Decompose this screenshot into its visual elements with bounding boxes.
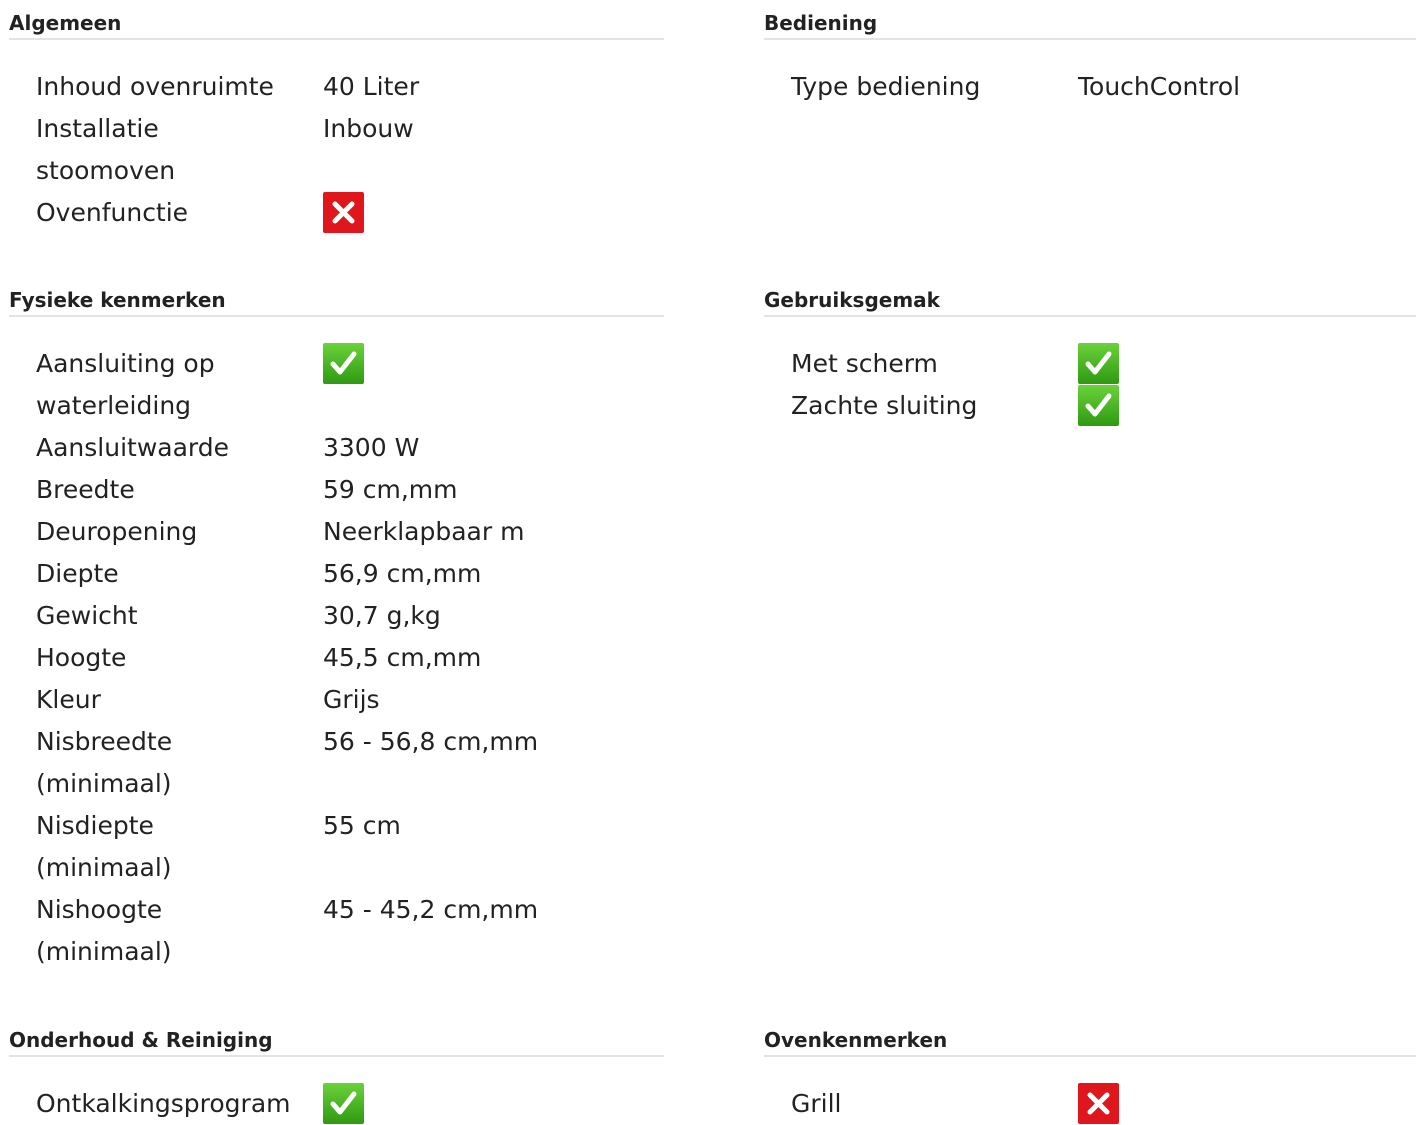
spec-row: Aansluiting op waterleiding [9,343,664,427]
section-fysieke-kenmerken: Fysieke kenmerken Aansluiting op waterle… [9,287,664,973]
section-algemeen: Algemeen Inhoud ovenruimte 40 Liter Inst… [9,10,664,234]
spec-label: Inhoud ovenruimte [36,72,274,101]
check-icon [323,343,364,384]
spec-row: Nisdiepte (minimaal) 55 cm [9,805,664,889]
spec-value: 56,9 cm,mm [323,559,482,588]
spec-label: Installatie stoomoven [36,114,176,185]
spec-label: Ontkalkingsprogram [36,1089,291,1118]
spec-label: Breedte [36,475,135,504]
spec-value: 40 Liter [323,72,420,101]
section-title: Onderhoud & Reiniging [9,1027,664,1057]
spec-label: Zachte sluiting [791,391,978,420]
spec-label: Kleur [36,685,101,714]
spec-row: Nishoogte (minimaal) 45 - 45,2 cm,mm [9,889,664,973]
spec-row: Installatie stoomoven Inbouw [9,108,664,192]
spec-label: Gewicht [36,601,138,630]
spec-row: Deuropening Neerklapbaar m [9,511,664,553]
spec-value: 3300 W [323,433,420,462]
spec-value: 55 cm [323,811,401,840]
spec-label: Type bediening [791,72,981,101]
spec-row: Gewicht 30,7 g,kg [9,595,664,637]
section-title: Algemeen [9,10,664,40]
section-bediening: Bediening Type bediening TouchControl [764,10,1416,108]
spec-row: Ontkalkingsprogram [9,1083,664,1125]
spec-value: 45 - 45,2 cm,mm [323,895,539,924]
spec-label: Hoogte [36,643,127,672]
section-title: Gebruiksgemak [764,287,1416,317]
section-onderhoud-reiniging: Onderhoud & Reiniging Ontkalkingsprogram [9,1027,664,1125]
cross-icon [1078,1083,1119,1124]
check-icon [323,1083,364,1124]
section-ovenkenmerken: Ovenkenmerken Grill [764,1027,1416,1125]
spec-label: Diepte [36,559,119,588]
section-title: Fysieke kenmerken [9,287,664,317]
spec-value: 56 - 56,8 cm,mm [323,727,539,756]
spec-value: 59 cm,mm [323,475,458,504]
spec-row: Type bediening TouchControl [764,66,1416,108]
spec-row: Diepte 56,9 cm,mm [9,553,664,595]
spec-row: Met scherm [764,343,1416,385]
cross-icon [323,192,364,233]
spec-row: Grill [764,1083,1416,1125]
spec-row: Hoogte 45,5 cm,mm [9,637,664,679]
spec-label: Nisbreedte (minimaal) [36,727,173,798]
spec-label: Grill [791,1089,842,1118]
check-icon [1078,385,1119,426]
spec-value: Grijs [323,685,380,714]
check-icon [1078,343,1119,384]
spec-value: 30,7 g,kg [323,601,441,630]
section-title: Ovenkenmerken [764,1027,1416,1057]
spec-value: 45,5 cm,mm [323,643,482,672]
spec-row: Breedte 59 cm,mm [9,469,664,511]
spec-row: Inhoud ovenruimte 40 Liter [9,66,664,108]
spec-label: Deuropening [36,517,198,546]
spec-label: Nisdiepte (minimaal) [36,811,172,882]
spec-row: Nisbreedte (minimaal) 56 - 56,8 cm,mm [9,721,664,805]
spec-label: Aansluitwaarde [36,433,230,462]
spec-row: Kleur Grijs [9,679,664,721]
spec-value: Neerklapbaar m [323,517,525,546]
spec-label: Aansluiting op waterleiding [36,349,215,420]
section-gebruiksgemak: Gebruiksgemak Met scherm Zachte sluiting [764,287,1416,427]
spec-label: Nishoogte (minimaal) [36,895,172,966]
spec-row: Aansluitwaarde 3300 W [9,427,664,469]
spec-row: Ovenfunctie [9,192,664,234]
spec-value: Inbouw [323,114,414,143]
spec-label: Met scherm [791,349,938,378]
section-title: Bediening [764,10,1416,40]
spec-label: Ovenfunctie [36,198,189,227]
spec-row: Zachte sluiting [764,385,1416,427]
spec-value: TouchControl [1078,72,1241,101]
